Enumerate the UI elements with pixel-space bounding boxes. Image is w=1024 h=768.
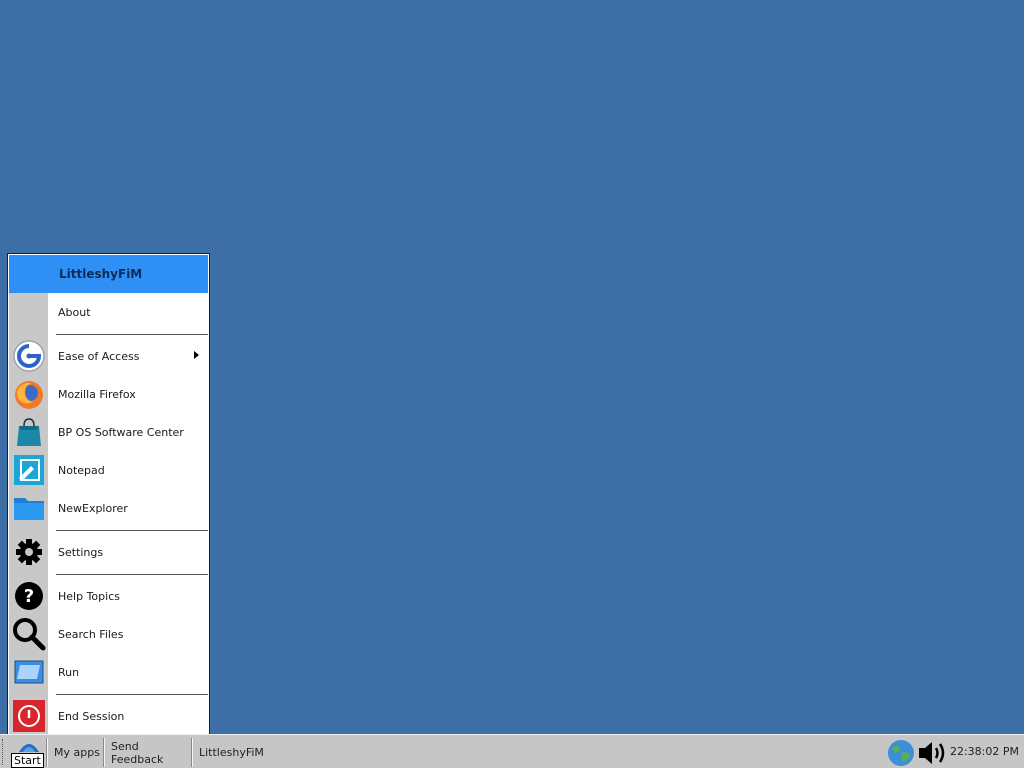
taskbar-button-send-feedback[interactable]: Send Feedback (104, 738, 191, 767)
menu-separator (56, 530, 208, 531)
menu-item-software-center[interactable]: BP OS Software Center (9, 413, 208, 451)
search-icon (9, 615, 48, 653)
submenu-arrow-icon (194, 351, 199, 359)
svg-text:?: ? (23, 586, 33, 607)
menu-item-label: End Session (58, 709, 125, 723)
taskbar-button-littleshyfim[interactable]: LittleshyFiM (192, 738, 272, 767)
taskbar-clock[interactable]: 22:38:02 PM (950, 745, 1019, 758)
menu-item-newexplorer[interactable]: NewExplorer (9, 489, 208, 527)
menu-item-settings[interactable]: Settings (9, 533, 208, 571)
menu-item-ease-of-access[interactable]: Ease of Access (9, 337, 208, 375)
menu-item-help-topics[interactable]: ? Help Topics (9, 577, 208, 615)
menu-item-label: About (58, 305, 91, 319)
menu-item-search-files[interactable]: Search Files (9, 615, 208, 653)
help-icon: ? (9, 577, 48, 615)
taskbar: Start My apps Send Feedback LittleshyFiM… (0, 734, 1024, 768)
menu-item-label: Ease of Access (58, 349, 140, 363)
start-logo-icon (19, 744, 39, 752)
menu-item-run[interactable]: Run (9, 653, 208, 691)
software-center-icon (9, 413, 48, 451)
menu-item-label: Mozilla Firefox (58, 387, 136, 401)
taskbar-button-my-apps[interactable]: My apps (47, 738, 104, 767)
start-menu: LittleshyFiM About Ease of Access Mozill… (7, 253, 210, 737)
menu-item-firefox[interactable]: Mozilla Firefox (9, 375, 208, 413)
firefox-icon (9, 375, 48, 413)
menu-item-label: Notepad (58, 463, 105, 477)
menu-separator (56, 574, 208, 575)
start-menu-header: LittleshyFiM (9, 255, 208, 293)
menu-item-label: Run (58, 665, 80, 679)
menu-item-label: Search Files (58, 627, 124, 641)
taskbar-button-label: LittleshyFiM (199, 746, 264, 759)
taskbar-button-label: Send Feedback (111, 739, 164, 766)
start-label: Start (11, 753, 44, 768)
menu-item-end-session[interactable]: End Session (9, 697, 208, 735)
taskbar-grip[interactable] (2, 739, 5, 765)
menu-item-label: Help Topics (58, 589, 120, 603)
start-button[interactable]: Start (8, 737, 44, 768)
menu-item-label: Settings (58, 545, 104, 559)
gear-icon (9, 533, 48, 571)
user-name: LittleshyFiM (59, 267, 143, 281)
menu-separator (56, 694, 208, 695)
network-globe-icon[interactable] (887, 739, 915, 768)
volume-icon[interactable] (917, 739, 949, 768)
notepad-icon (9, 451, 48, 489)
ease-of-access-icon (9, 337, 48, 375)
run-icon (9, 653, 48, 691)
menu-separator (56, 334, 208, 335)
menu-item-about[interactable]: About (9, 293, 208, 331)
menu-item-label: NewExplorer (58, 501, 128, 515)
menu-item-label: BP OS Software Center (58, 425, 184, 439)
taskbar-button-label: My apps (54, 746, 100, 759)
power-icon (9, 697, 48, 735)
folder-icon (9, 489, 48, 527)
system-tray: 22:38:02 PM (884, 737, 1024, 768)
menu-item-notepad[interactable]: Notepad (9, 451, 208, 489)
